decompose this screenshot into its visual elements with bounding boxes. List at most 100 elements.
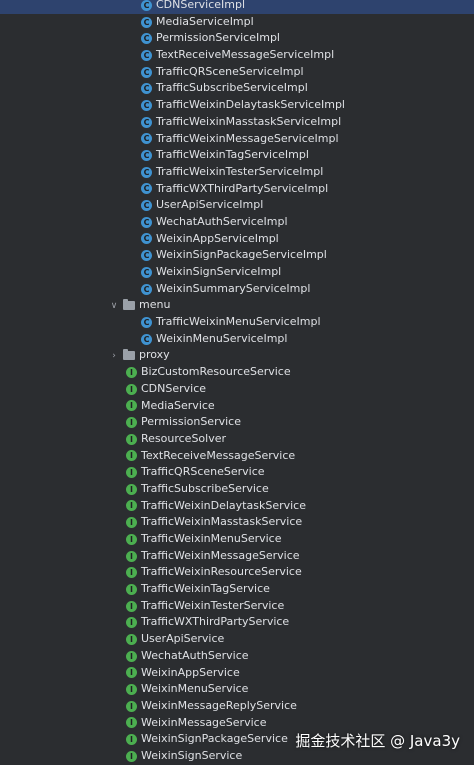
interface-icon: I xyxy=(126,684,137,696)
tree-item[interactable]: C TrafficWeixinTesterServiceImpl xyxy=(0,164,474,181)
tree-item[interactable]: I MediaService xyxy=(0,398,474,415)
tree-item[interactable]: C TrafficWeixinDelaytaskServiceImpl xyxy=(0,97,474,114)
tree-item-label: TextReceiveMessageServiceImpl xyxy=(156,48,335,62)
tree-item-label: proxy xyxy=(139,348,170,362)
tree-item[interactable]: I BizCustomResourceService xyxy=(0,364,474,381)
tree-item-label: WeixinSignService xyxy=(141,748,243,762)
tree-item[interactable]: I TrafficSubscribeService xyxy=(0,481,474,498)
tree-item-label: PermissionService xyxy=(141,415,241,429)
tree-item-label: TrafficWXThirdPartyService xyxy=(141,615,290,629)
tree-item-label: TrafficWeixinMessageServiceImpl xyxy=(156,131,339,145)
class-icon: C xyxy=(141,250,152,262)
tree-item[interactable]: I TextReceiveMessageService xyxy=(0,448,474,465)
tree-item-label: TrafficWeixinMenuService xyxy=(141,532,282,545)
tree-item[interactable]: C TextReceiveMessageServiceImpl xyxy=(0,47,474,64)
tree-item[interactable]: I TrafficQRSceneService xyxy=(0,464,474,481)
tree-item-label: WeixinAppService xyxy=(141,665,240,679)
tree-item[interactable]: C UserApiServiceImpl xyxy=(0,197,474,214)
tree-item[interactable]: I WeixinMessageReplyService xyxy=(0,698,474,715)
interface-icon: I xyxy=(126,467,137,479)
class-icon: C xyxy=(141,183,152,195)
tree-item-label: WechatAuthServiceImpl xyxy=(156,214,288,228)
tree-item[interactable]: C TrafficQRSceneServiceImpl xyxy=(0,64,474,81)
class-icon: C xyxy=(141,233,152,245)
tree-item-label: TrafficWeixinTesterServiceImpl xyxy=(156,164,324,178)
interface-icon: I xyxy=(126,583,137,595)
tree-item[interactable]: C TrafficWeixinMasstaskServiceImpl xyxy=(0,114,474,131)
tree-item[interactable]: I WeixinAppService xyxy=(0,665,474,682)
class-icon: C xyxy=(141,49,152,61)
interface-icon: I xyxy=(126,500,137,512)
interface-icon: I xyxy=(126,433,137,445)
class-icon: C xyxy=(141,333,152,345)
interface-icon: I xyxy=(126,366,137,378)
tree-item-label: TrafficWeixinDelaytaskServiceImpl xyxy=(156,98,345,112)
class-icon: C xyxy=(141,283,152,295)
tree-folder[interactable]: ∨ menu xyxy=(0,297,474,314)
tree-item-label: TrafficWeixinDelaytaskService xyxy=(141,498,306,512)
tree-item[interactable]: I TrafficWeixinMessageService xyxy=(0,548,474,565)
tree-item[interactable]: I TrafficWeixinMenuService xyxy=(0,531,474,548)
tree-item[interactable]: I TrafficWeixinTagService xyxy=(0,581,474,598)
tree-item-label: PermissionServiceImpl xyxy=(156,31,280,45)
tree-item-label: menu xyxy=(139,298,171,312)
tree-item[interactable]: I PermissionService xyxy=(0,414,474,431)
tree-item[interactable]: C WeixinAppServiceImpl xyxy=(0,231,474,248)
tree-item-label: TextReceiveMessageService xyxy=(141,448,296,462)
tree-item[interactable]: C PermissionServiceImpl xyxy=(0,30,474,47)
class-icon: C xyxy=(141,0,152,11)
folder-icon xyxy=(123,349,135,361)
tree-item[interactable]: C WeixinSummaryServiceImpl xyxy=(0,281,474,298)
tree-item[interactable]: C TrafficWXThirdPartyServiceImpl xyxy=(0,181,474,198)
tree-item[interactable]: I WeixinMessageService xyxy=(0,715,474,732)
tree-item[interactable]: I UserApiService xyxy=(0,631,474,648)
interface-icon: I xyxy=(126,400,137,412)
interface-icon: I xyxy=(126,650,137,662)
tree-item[interactable]: I WeixinMenuService xyxy=(0,681,474,698)
interface-icon: I xyxy=(126,600,137,612)
interface-icon: I xyxy=(126,483,137,495)
class-icon: C xyxy=(141,133,152,145)
tree-item-label: CDNService xyxy=(141,381,207,395)
tree-folder[interactable]: › proxy xyxy=(0,347,474,364)
folder-icon xyxy=(123,299,135,311)
class-icon: C xyxy=(141,16,152,28)
class-icon: C xyxy=(141,166,152,178)
tree-item[interactable]: C TrafficWeixinMenuServiceImpl xyxy=(0,314,474,331)
interface-icon: I xyxy=(126,567,137,579)
tree-item[interactable]: C CDNServiceImpl xyxy=(0,0,474,14)
tree-item-label: ResourceSolver xyxy=(141,431,227,445)
tree-item[interactable]: C WechatAuthServiceImpl xyxy=(0,214,474,231)
tree-item-label: TrafficWeixinTagServiceImpl xyxy=(156,148,309,162)
interface-icon: I xyxy=(126,417,137,429)
interface-icon: I xyxy=(126,717,137,729)
tree-item-label: WeixinSummaryServiceImpl xyxy=(156,281,311,295)
class-icon: C xyxy=(141,116,152,128)
tree-item[interactable]: C WeixinSignPackageServiceImpl xyxy=(0,247,474,264)
tree-item[interactable]: I TrafficWXThirdPartyService xyxy=(0,614,474,631)
tree-item-label: TrafficWeixinTagService xyxy=(141,582,270,596)
chevron-down-icon[interactable]: ∨ xyxy=(109,301,119,311)
tree-item[interactable]: C MediaServiceImpl xyxy=(0,14,474,31)
tree-item[interactable]: I TrafficWeixinDelaytaskService xyxy=(0,498,474,515)
tree-item-label: TrafficSubscribeService xyxy=(141,481,269,495)
tree-item[interactable]: I ResourceSolver xyxy=(0,431,474,448)
tree-item-label: UserApiServiceImpl xyxy=(156,198,264,212)
tree-item[interactable]: I TrafficWeixinResourceService xyxy=(0,564,474,581)
tree-item[interactable]: I TrafficWeixinMasstaskService xyxy=(0,514,474,531)
class-icon: C xyxy=(141,316,152,328)
class-icon: C xyxy=(141,200,152,212)
chevron-right-icon[interactable]: › xyxy=(109,351,119,361)
tree-item[interactable]: I TrafficWeixinTesterService xyxy=(0,598,474,615)
tree-item[interactable]: C TrafficWeixinTagServiceImpl xyxy=(0,147,474,164)
tree-item[interactable]: C WeixinSignServiceImpl xyxy=(0,264,474,281)
class-icon: C xyxy=(141,33,152,45)
tree-item[interactable]: C TrafficSubscribeServiceImpl xyxy=(0,80,474,97)
interface-icon: I xyxy=(126,750,137,762)
tree-item-label: TrafficWeixinMessageService xyxy=(141,548,300,562)
tree-item[interactable]: C WeixinMenuServiceImpl xyxy=(0,331,474,348)
tree-item[interactable]: C TrafficWeixinMessageServiceImpl xyxy=(0,131,474,148)
tree-item[interactable]: I CDNService xyxy=(0,381,474,398)
tree-item[interactable]: I WechatAuthService xyxy=(0,648,474,665)
class-icon: C xyxy=(141,150,152,162)
